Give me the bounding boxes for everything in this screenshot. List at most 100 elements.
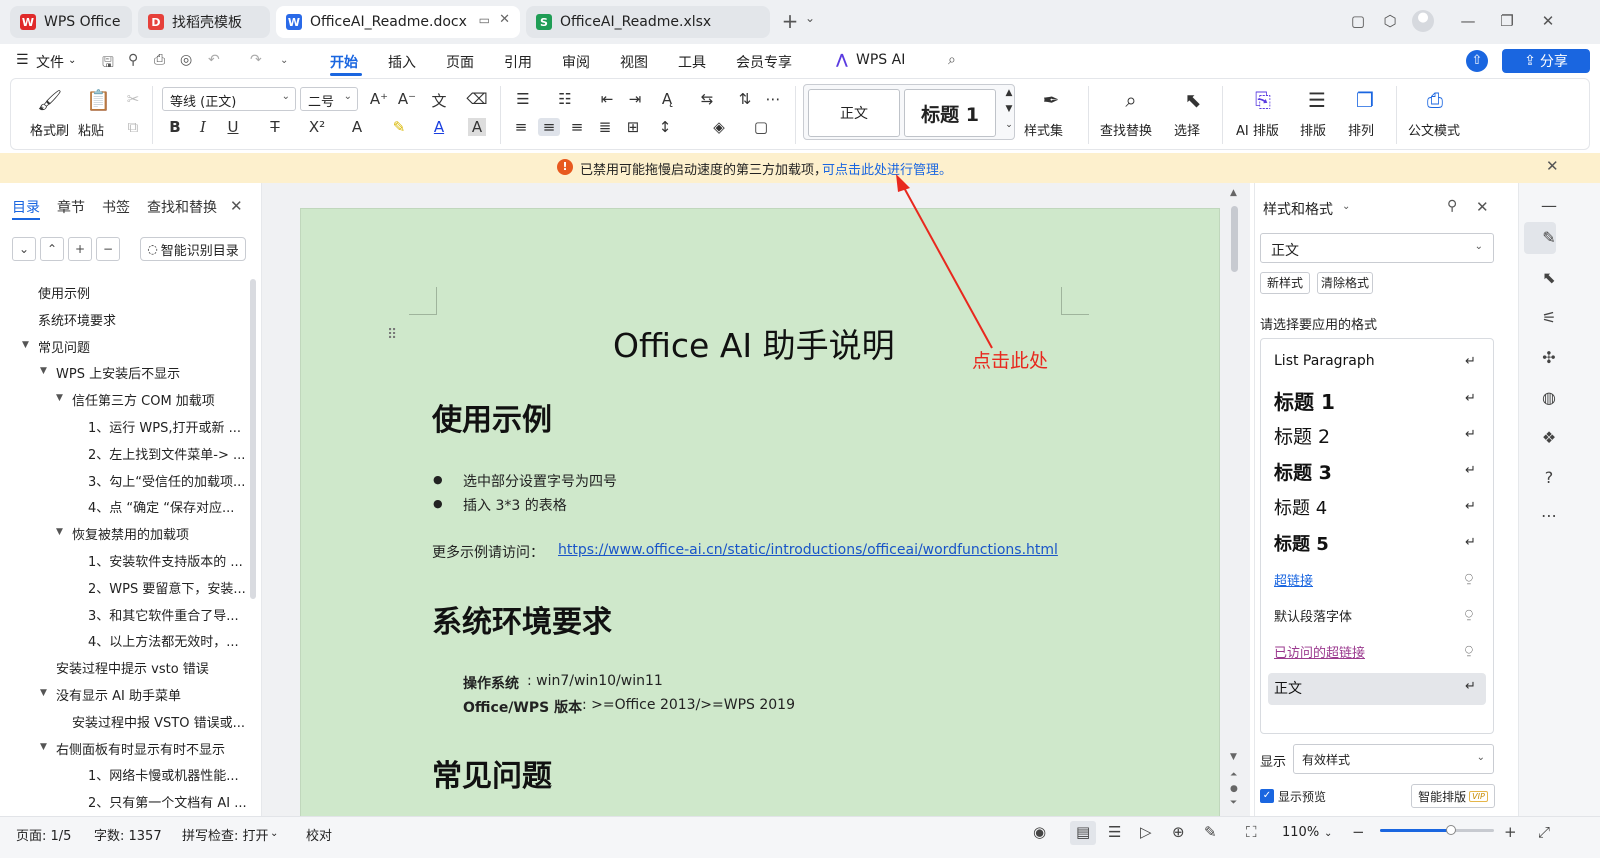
align-left-icon[interactable]: ≡ — [510, 118, 532, 136]
collapse-icon[interactable]: — — [1538, 196, 1560, 215]
browse-object-icon[interactable]: ● — [1230, 784, 1238, 794]
close-pane-icon[interactable]: ✕ — [1476, 198, 1489, 216]
pin-icon[interactable]: ⚲ — [1447, 198, 1457, 214]
preview-checkbox[interactable]: ✓ — [1260, 789, 1274, 803]
tab-chapters[interactable]: 章节 — [57, 197, 85, 217]
underline-icon[interactable]: U — [222, 118, 244, 136]
print-preview-icon[interactable]: ◎ — [180, 52, 192, 68]
style-item[interactable]: 标题 2 — [1274, 422, 1330, 449]
text-effect-icon[interactable]: A — [346, 118, 368, 136]
toc-item[interactable]: 右侧面板有时显示有时不显示 — [56, 739, 225, 758]
prev-page-icon[interactable]: ⏶ — [1230, 770, 1237, 780]
style-expand-icon[interactable]: ⌄ — [998, 120, 1020, 130]
toc-item[interactable]: WPS 上安装后不显示 — [56, 363, 180, 382]
zoom-out-icon[interactable]: − — [1352, 823, 1365, 841]
outdent-icon[interactable]: ⇤ — [596, 90, 618, 108]
chevron-down-icon[interactable]: ⌄ — [800, 11, 820, 25]
toc-item[interactable]: 信任第三方 COM 加载项 — [72, 390, 215, 409]
more-icon[interactable]: ⋯ — [1538, 506, 1560, 525]
heading-faq[interactable]: 常见问题 — [432, 751, 552, 795]
show-select[interactable]: 有效样式 ⌄ — [1293, 744, 1494, 774]
style-item[interactable]: 正文 — [1274, 678, 1302, 698]
smart-layout-button[interactable]: 智能排版 VIP — [1411, 784, 1495, 808]
menu-references[interactable]: 引用 — [504, 52, 532, 72]
more-icon[interactable]: ⌄ — [280, 55, 288, 66]
line-spacing-icon[interactable]: ↕ — [654, 118, 676, 136]
bold-icon[interactable]: B — [164, 118, 186, 136]
menu-member[interactable]: 会员专享 — [736, 52, 792, 72]
paste-button[interactable]: 粘贴 — [78, 120, 104, 139]
font-name-select[interactable]: 等线 (正文) ⌄ — [162, 87, 296, 111]
avatar[interactable]: ● — [1412, 10, 1434, 32]
print-icon[interactable]: ⎙ — [154, 52, 165, 68]
scroll-up-icon[interactable]: ▲ — [1230, 188, 1237, 198]
tab-xlsx[interactable]: S OfficeAI_Readme.xlsx — [526, 6, 770, 38]
highlight-icon[interactable]: ✎ — [388, 118, 410, 136]
eraser-icon[interactable]: ⌫ — [466, 90, 488, 108]
tab-toc[interactable]: 目录 — [12, 197, 40, 217]
text-direction-icon[interactable]: Ą — [656, 90, 678, 108]
toc-item[interactable]: 4、点 “确定 “保存对应... — [88, 497, 234, 516]
toc-item[interactable]: 3、勾上“受信任的加载项... — [88, 471, 245, 490]
toc-item[interactable]: 3、和其它软件重合了导... — [88, 605, 239, 624]
style-item[interactable]: 已访问的超链接 — [1274, 642, 1365, 661]
clear-format-button[interactable]: 清除格式 — [1317, 272, 1373, 294]
heading-usage[interactable]: 使用示例 — [432, 395, 552, 439]
menu-tools[interactable]: 工具 — [678, 52, 706, 72]
menu-wps-ai[interactable]: WPS AI — [856, 52, 905, 68]
bullet-list-icon[interactable]: ☰ — [512, 90, 534, 108]
zoom-slider-handle[interactable] — [1445, 825, 1456, 835]
align-right-icon[interactable]: ≡ — [566, 118, 588, 136]
menu-view[interactable]: 视图 — [620, 52, 648, 72]
toc-item[interactable]: 安装过程中报 VSTO 错误或... — [72, 712, 245, 731]
fit-page-icon[interactable]: ⛶ — [1246, 823, 1257, 841]
toc-item[interactable]: 1、安装软件支持版本的 ... — [88, 551, 243, 570]
style-normal[interactable]: 正文 — [808, 89, 900, 137]
smart-toc-button[interactable]: ◌ 智能识别目录 — [140, 237, 246, 261]
save-icon[interactable]: 🖫 — [102, 52, 114, 76]
puzzle-icon[interactable]: ❖ — [1538, 428, 1560, 447]
write-mode-icon[interactable]: ✎ — [1204, 823, 1217, 841]
border-icon[interactable]: ▢ — [750, 118, 772, 136]
undo-icon[interactable]: ↶ — [208, 52, 220, 68]
tab-docer[interactable]: D 找稻壳模板 — [138, 6, 270, 38]
window-icon[interactable]: ▭ — [479, 13, 490, 27]
expand-toggle-icon[interactable]: ▼ — [40, 688, 47, 698]
sort-icon[interactable]: ⇅ — [734, 90, 756, 108]
tab-wps-office[interactable]: W WPS Office — [10, 6, 132, 38]
toc-item[interactable]: 系统环境要求 — [38, 310, 116, 329]
tablet-icon[interactable]: ▢ — [1348, 12, 1368, 30]
style-item[interactable]: 默认段落字体 — [1274, 606, 1352, 625]
style-item[interactable]: 标题 4 — [1274, 494, 1327, 520]
toc-item[interactable]: 安装过程中提示 vsto 错误 — [56, 658, 209, 677]
close-notification-icon[interactable]: ✕ — [1546, 157, 1559, 175]
show-marks-icon[interactable]: ⋯ — [762, 90, 784, 108]
page-view-icon[interactable]: ▤ — [1076, 823, 1090, 841]
numbered-list-icon[interactable]: ☷ — [554, 90, 576, 108]
redo-icon[interactable]: ↷ — [250, 52, 262, 68]
official-doc-button[interactable]: 公文模式 — [1408, 120, 1460, 139]
copy-icon[interactable]: ⧉ — [122, 118, 144, 136]
toc-item[interactable]: 常见问题 — [38, 337, 90, 356]
style-scroll-up-icon[interactable]: ▲ — [998, 88, 1020, 98]
menu-page[interactable]: 页面 — [446, 52, 474, 72]
toc-item[interactable]: 1、网络卡慢或机器性能... — [88, 765, 239, 784]
outline-view-icon[interactable]: ☰ — [1108, 823, 1121, 841]
document-scrollbar[interactable]: ▲ ▼ ⏶ ● ⏷ — [1228, 186, 1242, 816]
chart-icon[interactable]: ◍ — [1538, 388, 1560, 407]
upload-cloud-icon[interactable]: ⇧ — [1466, 50, 1488, 72]
zoom-slider[interactable] — [1380, 825, 1494, 835]
cut-icon[interactable]: ✂ — [122, 90, 144, 108]
zoom-level[interactable]: 110% — [1282, 825, 1319, 840]
chevron-down-icon[interactable]: ⌄ — [1342, 201, 1350, 212]
phonetic-icon[interactable]: 文 — [428, 90, 450, 111]
convert-icon[interactable]: ⇆ — [696, 90, 718, 108]
tools-icon[interactable]: ✣ — [1538, 348, 1560, 367]
more-examples-link[interactable]: https://www.office-ai.cn/static/introduc… — [558, 542, 1058, 558]
share-button[interactable]: ⇪ 分享 — [1502, 49, 1590, 73]
menu-insert[interactable]: 插入 — [388, 52, 416, 72]
style-scroll-down-icon[interactable]: ▼ — [998, 104, 1020, 114]
eye-protect-icon[interactable]: ◉ — [1033, 823, 1046, 841]
toc-item[interactable]: 没有显示 AI 助手菜单 — [56, 685, 181, 704]
layout-button[interactable]: 排版 — [1300, 120, 1326, 139]
